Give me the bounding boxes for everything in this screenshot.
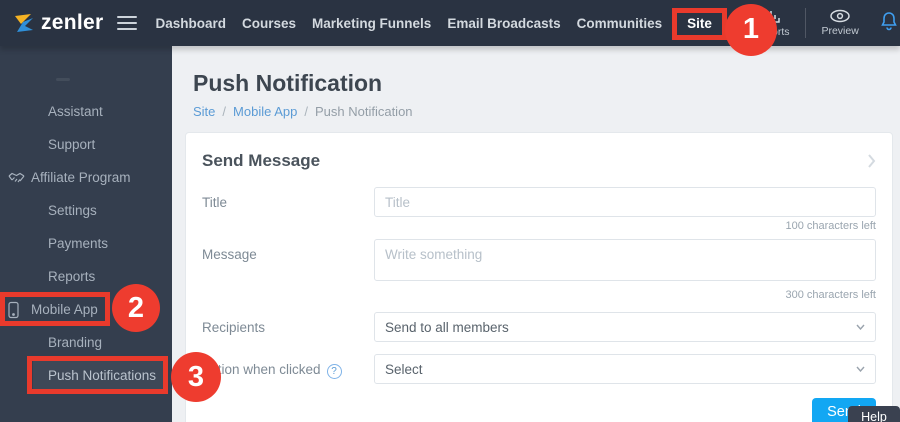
- page-title: Push Notification: [193, 70, 383, 96]
- chevron-down-icon: [856, 366, 865, 372]
- sidebar-item-reports[interactable]: Reports: [0, 260, 172, 293]
- eye-icon: [829, 9, 851, 23]
- sidebar-item-label: Push Notifications: [48, 368, 157, 383]
- sidebar-item-assistant[interactable]: Assistant: [0, 95, 172, 128]
- action-select[interactable]: Select: [374, 354, 876, 384]
- sidebar-item-affiliate-program[interactable]: Affiliate Program: [0, 161, 172, 194]
- send-row: Send: [202, 398, 876, 422]
- breadcrumb-site[interactable]: Site: [193, 104, 215, 119]
- brand-name: zenler: [41, 11, 104, 34]
- app-window: zenler Dashboard Courses Marketing Funne…: [0, 0, 900, 422]
- sidebar-item-settings[interactable]: Settings: [0, 194, 172, 227]
- message-field-row: Message 300 characters left: [202, 239, 876, 302]
- handshake-icon: [8, 172, 25, 184]
- sidebar-item-label: Settings: [48, 203, 97, 218]
- main-nav: Dashboard Courses Marketing Funnels Emai…: [156, 3, 777, 56]
- action-label: Action when clicked ?: [202, 354, 374, 384]
- chevron-right-icon[interactable]: [867, 153, 876, 169]
- bar-chart-icon: [761, 8, 781, 24]
- recipients-label: Recipients: [202, 320, 266, 335]
- nav-item-email-broadcasts[interactable]: Email Broadcasts: [447, 16, 560, 31]
- preview-button[interactable]: Preview: [814, 9, 866, 37]
- title-counter: 100 characters left: [785, 220, 877, 232]
- hamburger-menu-icon[interactable]: [116, 16, 137, 30]
- help-question-icon[interactable]: ?: [326, 364, 342, 379]
- breadcrumb-separator: /: [304, 104, 308, 119]
- top-nav: zenler Dashboard Courses Marketing Funne…: [0, 0, 900, 56]
- mobile-icon: [8, 301, 19, 318]
- action-selected-value: Select: [385, 361, 423, 377]
- action-control: Select: [374, 354, 876, 384]
- nav-item-marketing-funnels[interactable]: Marketing Funnels: [312, 16, 431, 31]
- notifications-bell-icon[interactable]: [880, 11, 898, 36]
- reports-button[interactable]: Reports: [745, 8, 797, 38]
- breadcrumb-current: Push Notification: [314, 104, 413, 119]
- breadcrumb-mobile-app[interactable]: Mobile App: [233, 104, 297, 119]
- sidebar-item-label: Payments: [48, 236, 109, 251]
- sidebar-item-label: Assistant: [48, 104, 103, 119]
- recipients-control: Send to all members: [374, 312, 876, 342]
- breadcrumb: Site / Mobile App / Push Notification: [193, 104, 893, 119]
- action-field-row: Action when clicked ? Select: [202, 354, 876, 384]
- title-field-row: Title 100 characters left: [202, 187, 876, 233]
- title-control: 100 characters left: [374, 187, 876, 233]
- message-textarea[interactable]: [374, 239, 876, 281]
- nav-divider: [805, 8, 807, 38]
- zenler-logo-icon: [12, 11, 36, 35]
- sidebar-item-label: Mobile App: [31, 302, 98, 317]
- send-message-card: Send Message Title 100 characters left M…: [185, 132, 893, 422]
- main-content: Push Notification Site / Mobile App / Pu…: [172, 46, 900, 422]
- nav-item-communities[interactable]: Communities: [577, 16, 663, 31]
- breadcrumb-separator: /: [222, 104, 227, 119]
- sidebar-item-branding[interactable]: Branding: [0, 326, 172, 359]
- sidebar-item-label: Affiliate Program: [31, 170, 131, 185]
- sidebar-menu: Assistant Support Affiliate Program Sett…: [0, 95, 221, 402]
- sidebar-item-payments[interactable]: Payments: [0, 227, 172, 260]
- message-counter: 300 characters left: [785, 289, 877, 301]
- sidebar-faded-item: [56, 78, 70, 81]
- sidebar-item-support[interactable]: Support: [0, 128, 172, 161]
- sidebar: Assistant Support Affiliate Program Sett…: [0, 46, 221, 422]
- recipients-selected-value: Send to all members: [385, 319, 509, 335]
- nav-right-tools: Reports Preview: [745, 8, 900, 38]
- chevron-down-icon: [856, 324, 865, 330]
- nav-item-site-label: Site: [687, 15, 712, 31]
- help-button[interactable]: Help: [848, 406, 900, 422]
- title-input[interactable]: [374, 187, 876, 217]
- brand: zenler: [12, 11, 137, 35]
- sidebar-item-label: Branding: [48, 335, 103, 350]
- nav-item-partial[interactable]: L: [737, 16, 745, 31]
- card-title: Send Message: [202, 151, 321, 170]
- recipients-field-row: Recipients Send to all members: [202, 312, 876, 342]
- nav-item-site[interactable]: Site 1: [672, 3, 777, 56]
- nav-item-dashboard[interactable]: Dashboard: [156, 16, 227, 31]
- action-label-text: Action when clicked: [202, 362, 321, 377]
- preview-label: Preview: [821, 25, 859, 37]
- reports-label: Reports: [752, 26, 790, 38]
- message-label: Message: [202, 247, 257, 262]
- nav-item-courses[interactable]: Courses: [242, 16, 296, 31]
- message-control: 300 characters left: [374, 239, 876, 302]
- title-label: Title: [202, 195, 228, 210]
- sidebar-item-label: Support: [48, 137, 96, 152]
- sidebar-item-mobile-app[interactable]: Mobile App 2: [0, 284, 172, 332]
- sidebar-item-label: Reports: [48, 269, 96, 284]
- recipients-select[interactable]: Send to all members: [374, 312, 876, 342]
- card-header: Send Message: [202, 149, 876, 173]
- sidebar-item-push-notifications[interactable]: Push Notifications 3: [0, 352, 221, 402]
